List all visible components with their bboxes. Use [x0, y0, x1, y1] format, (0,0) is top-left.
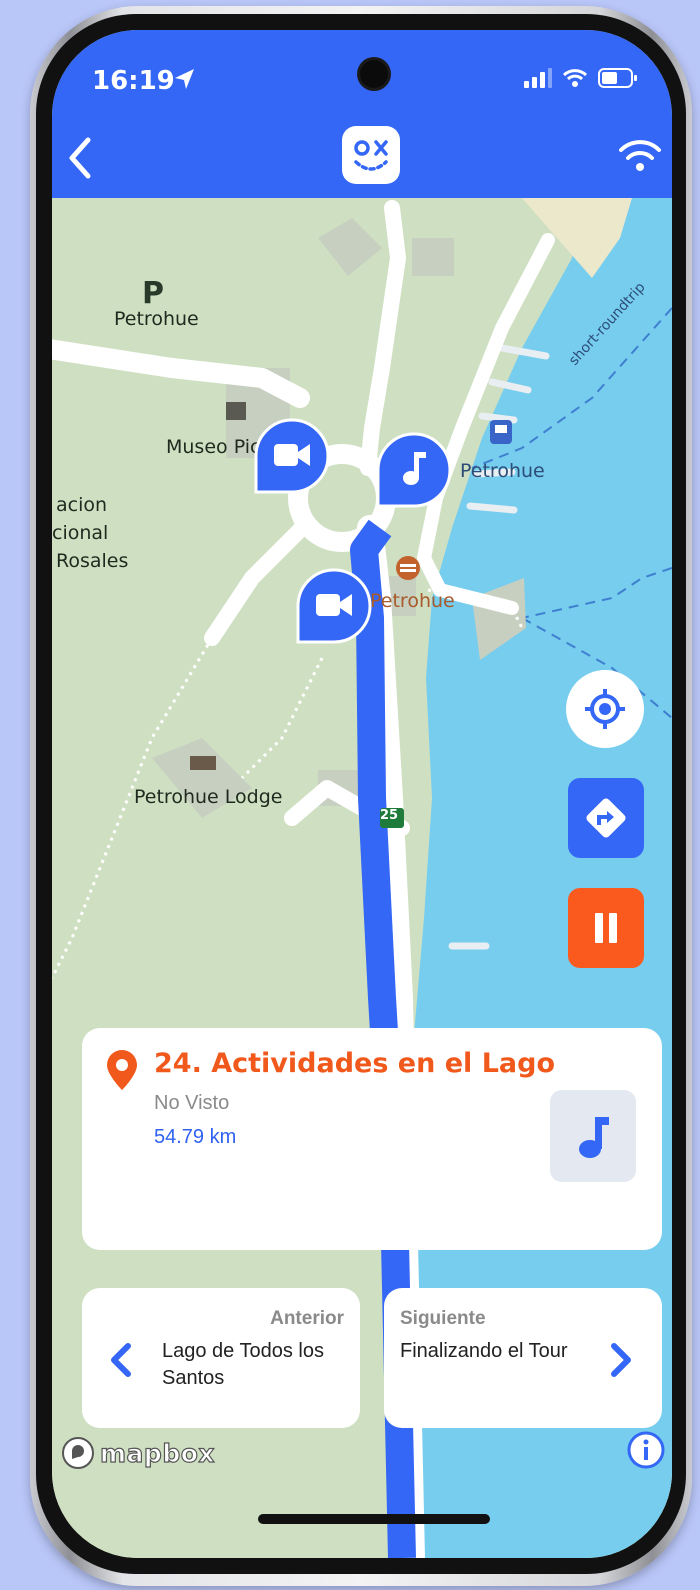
map-label-lodge: Petrohue Lodge	[134, 786, 283, 808]
chevron-right-icon	[611, 1343, 631, 1377]
video-icon	[296, 568, 372, 644]
status-indicators	[524, 68, 638, 88]
previous-stop-card[interactable]: Anterior Lago de Todos los Santos	[82, 1288, 360, 1428]
info-icon[interactable]	[626, 1430, 666, 1470]
parking-letter: P	[142, 276, 164, 311]
app-logo[interactable]	[342, 126, 400, 184]
mapbox-logo[interactable]: mapbox	[60, 1434, 215, 1472]
poi-audio-button[interactable]	[550, 1090, 636, 1182]
mapbox-icon	[62, 1437, 94, 1469]
chevron-left-icon	[111, 1343, 131, 1377]
home-indicator[interactable]	[258, 1514, 490, 1524]
map-label-ferry: Petrohue	[460, 460, 545, 482]
previous-stop-name: Lago de Todos los Santos	[162, 1340, 324, 1389]
map-label-museum: Museo Pic	[166, 436, 261, 458]
wifi-icon[interactable]	[618, 136, 662, 176]
location-arrow-icon	[175, 69, 194, 89]
pause-icon	[595, 913, 617, 943]
poi-visit-status: No Visto	[154, 1092, 230, 1114]
map-label-parking: Petrohue	[114, 308, 199, 330]
directions-icon	[586, 798, 626, 838]
status-time: 16:19	[92, 66, 175, 96]
face-logo-icon	[354, 140, 388, 171]
map-label-restaurant: Petrohue	[370, 590, 455, 612]
poi-title: 24. Actividades en el Lago	[154, 1048, 556, 1079]
video-pin[interactable]	[252, 416, 332, 496]
pause-button[interactable]	[568, 888, 644, 968]
poi-distance: 54.79 km	[154, 1126, 237, 1148]
next-heading: Siguiente	[400, 1308, 486, 1329]
video-icon	[254, 418, 330, 494]
back-chevron-icon[interactable]	[60, 134, 100, 182]
app-header: 16:19	[52, 30, 672, 198]
app-screen: P Petrohue Museo Pic acion cional Rosale…	[52, 30, 672, 1558]
mapbox-wordmark: mapbox	[99, 1438, 216, 1468]
route-shield-number: 25	[380, 808, 399, 823]
next-stop-card[interactable]: Siguiente Finalizando el Tour	[384, 1288, 662, 1428]
locate-me-button[interactable]	[566, 670, 644, 748]
next-stop-name: Finalizando el Tour	[400, 1340, 568, 1362]
map-label-park-1: acion	[56, 494, 108, 516]
front-camera	[360, 60, 388, 88]
audio-pin[interactable]	[374, 430, 454, 510]
signal-icon	[524, 68, 552, 88]
music-note-icon	[376, 432, 452, 508]
music-note-icon	[579, 1117, 609, 1158]
wifi-status-icon	[562, 69, 588, 87]
location-pin-icon	[107, 1050, 137, 1090]
previous-heading: Anterior	[270, 1308, 344, 1329]
directions-button[interactable]	[568, 778, 644, 858]
poi-card[interactable]: 24. Actividades en el Lago No Visto 54.7…	[82, 1028, 662, 1250]
video-pin-2[interactable]	[294, 566, 374, 646]
map-label-park-3: Rosales	[56, 550, 129, 572]
map-label-park-2: cional	[52, 522, 109, 544]
crosshair-icon	[585, 689, 625, 729]
battery-icon	[598, 68, 637, 88]
